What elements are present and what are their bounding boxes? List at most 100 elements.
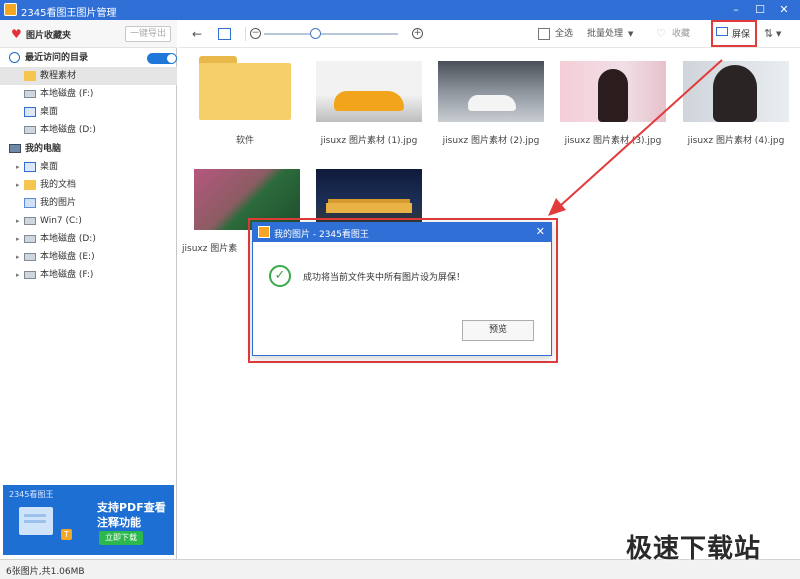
dialog-title-bar: 我的图片 - 2345看图王 ✕ xyxy=(253,223,551,242)
sidebar-item-computer-3[interactable]: ▸ Win7 (C:) xyxy=(0,212,177,230)
recent-dirs-header[interactable]: 最近访问的目录 xyxy=(0,49,177,67)
sidebar-item-recent-3[interactable]: 本地磁盘 (D:) xyxy=(0,121,177,139)
favorites-header[interactable]: ♥ 图片收藏夹 一键导出 xyxy=(0,20,177,48)
expand-arrow-icon[interactable]: ▸ xyxy=(16,230,20,248)
file-name: jisuxz 图片素材 (4).jpg xyxy=(687,136,785,146)
file-name: jisuxz 图片素材 (1).jpg xyxy=(320,136,418,146)
status-text: 6张图片,共1.06MB xyxy=(6,567,85,577)
minimize-button[interactable]: – xyxy=(728,2,744,18)
sidebar-item-recent-1[interactable]: 本地磁盘 (F:) xyxy=(0,85,177,103)
zoom-in-icon[interactable]: + xyxy=(412,28,423,39)
dialog-close-button[interactable]: ✕ xyxy=(536,225,545,238)
drive-icon xyxy=(24,235,36,243)
favorites-label: 图片收藏夹 xyxy=(26,31,72,41)
heart-outline-icon[interactable]: ♡ xyxy=(656,26,666,42)
expand-arrow-icon[interactable]: ▸ xyxy=(16,266,20,284)
maximize-button[interactable]: ☐ xyxy=(752,2,768,18)
sidebar-item-label: 本地磁盘 (F:) xyxy=(40,270,94,280)
chevron-down-icon[interactable]: ▼ xyxy=(628,26,633,42)
sidebar-item-label: 教程素材 xyxy=(40,71,77,81)
monitor-icon xyxy=(716,27,728,36)
sidebar-item-recent-0[interactable]: 教程素材 xyxy=(0,67,177,85)
file-item-image[interactable]: jisuxz 图片素材 (4).jpg xyxy=(683,61,789,161)
zoom-slider-track[interactable] xyxy=(264,33,398,35)
ad-line2: 注释功能 xyxy=(97,516,141,529)
thumbnail-image xyxy=(438,61,544,122)
desktop-icon xyxy=(24,107,36,117)
close-button[interactable]: ✕ xyxy=(776,2,792,18)
folder-icon xyxy=(24,180,36,190)
expand-arrow-icon[interactable]: ▸ xyxy=(16,176,20,194)
dialog-message: 成功将当前文件夹中所有图片设为屏保！ xyxy=(303,273,466,283)
computer-icon xyxy=(9,144,21,153)
file-name: jisuxz 图片素材 (3).jpg xyxy=(564,136,662,146)
file-item-folder[interactable]: 软件 xyxy=(178,48,312,148)
batch-process-menu[interactable]: 批量处理 xyxy=(587,26,623,42)
select-all-checkbox[interactable] xyxy=(538,28,550,40)
sidebar-item-label: 本地磁盘 (D:) xyxy=(40,234,96,244)
thumbnail-image xyxy=(316,61,422,122)
sidebar-item-label: 本地磁盘 (D:) xyxy=(40,125,96,135)
favorite-button[interactable]: 收藏 xyxy=(672,26,690,42)
recent-dirs-label: 最近访问的目录 xyxy=(25,53,89,63)
zoom-slider-knob[interactable] xyxy=(310,28,321,39)
recent-toggle[interactable] xyxy=(147,53,177,64)
window-title: 2345看图王图片管理 xyxy=(21,8,117,19)
desktop-icon xyxy=(24,162,36,172)
file-name: jisuxz 图片素材 (2).jpg xyxy=(442,136,540,146)
ad-line1: 支持PDF查看 xyxy=(97,501,166,514)
sidebar-item-computer-5[interactable]: ▸ 本地磁盘 (E:) xyxy=(0,248,177,266)
ad-brand: 2345看图王 xyxy=(9,490,54,499)
chevron-down-icon[interactable]: ▼ xyxy=(776,26,781,42)
folder-icon xyxy=(199,56,291,120)
sidebar-item-label: 本地磁盘 (F:) xyxy=(40,89,94,99)
sidebar-item-computer-1[interactable]: ▸ 我的文档 xyxy=(0,176,177,194)
back-arrow-icon[interactable]: ← xyxy=(192,26,202,42)
sidebar-item-computer-0[interactable]: ▸ 桌面 xyxy=(0,158,177,176)
sidebar: ♥ 图片收藏夹 一键导出 最近访问的目录 教程素材 本地磁盘 (F:) 桌面 本… xyxy=(0,20,177,559)
ad-download-button[interactable]: 立即下载 xyxy=(99,531,143,545)
export-button[interactable]: 一键导出 xyxy=(125,26,171,42)
expand-arrow-icon[interactable]: ▸ xyxy=(16,212,20,230)
file-item-image[interactable]: jisuxz 图片素材 (2).jpg xyxy=(438,61,544,161)
sort-icon[interactable]: ⇅ xyxy=(764,26,773,42)
dialog-title: 我的图片 - 2345看图王 xyxy=(274,230,369,240)
screensaver-button[interactable]: 屏保 xyxy=(711,20,757,47)
document-icon xyxy=(19,507,53,535)
drive-icon xyxy=(24,90,36,98)
zoom-out-icon[interactable]: − xyxy=(250,28,261,39)
file-item-image[interactable]: jisuxz 图片素材 (1).jpg xyxy=(316,61,422,161)
sidebar-item-label: 桌面 xyxy=(40,107,59,117)
drive-icon xyxy=(24,253,36,261)
heart-icon: ♥ xyxy=(11,27,22,41)
pdf-ad-banner[interactable]: 2345看图王 T 支持PDF查看 注释功能 立即下载 xyxy=(3,485,174,555)
screensaver-success-dialog: 我的图片 - 2345看图王 ✕ ✓ 成功将当前文件夹中所有图片设为屏保！ 预览 xyxy=(252,222,552,356)
preview-button[interactable]: 预览 xyxy=(462,320,534,341)
toolbar: ← − + 全选 批量处理 ▼ ♡ 收藏 ⇅ ▼ xyxy=(178,20,800,48)
folder-icon xyxy=(24,71,36,81)
drive-icon xyxy=(24,271,36,279)
screensaver-label: 屏保 xyxy=(732,30,751,40)
expand-arrow-icon[interactable]: ▸ xyxy=(16,158,20,176)
drive-icon xyxy=(24,126,36,134)
sidebar-item-recent-2[interactable]: 桌面 xyxy=(0,103,177,121)
select-all-label[interactable]: 全选 xyxy=(555,26,573,42)
windows-drive-icon xyxy=(24,217,36,225)
thumbnail-image xyxy=(683,61,789,122)
thumbnail-image xyxy=(560,61,666,122)
expand-arrow-icon[interactable]: ▸ xyxy=(16,248,20,266)
sidebar-item-computer-2[interactable]: 我的图片 xyxy=(0,194,177,212)
my-computer-header[interactable]: 我的电脑 xyxy=(0,140,177,158)
success-check-icon: ✓ xyxy=(269,265,291,287)
upload-folder-icon[interactable] xyxy=(218,28,231,40)
sidebar-item-label: 本地磁盘 (E:) xyxy=(40,252,95,262)
sidebar-item-label: 我的文档 xyxy=(40,180,77,190)
sidebar-item-computer-4[interactable]: ▸ 本地磁盘 (D:) xyxy=(0,230,177,248)
title-bar: 2345看图王图片管理 – ☐ ✕ xyxy=(0,0,800,20)
watermark-text: 极速下载站 xyxy=(626,534,762,564)
file-item-image[interactable]: jisuxz 图片素材 (3).jpg xyxy=(560,61,666,161)
text-tool-icon: T xyxy=(61,529,72,540)
sidebar-item-computer-6[interactable]: ▸ 本地磁盘 (F:) xyxy=(0,266,177,284)
pictures-icon xyxy=(24,198,36,208)
clock-icon xyxy=(9,52,20,63)
